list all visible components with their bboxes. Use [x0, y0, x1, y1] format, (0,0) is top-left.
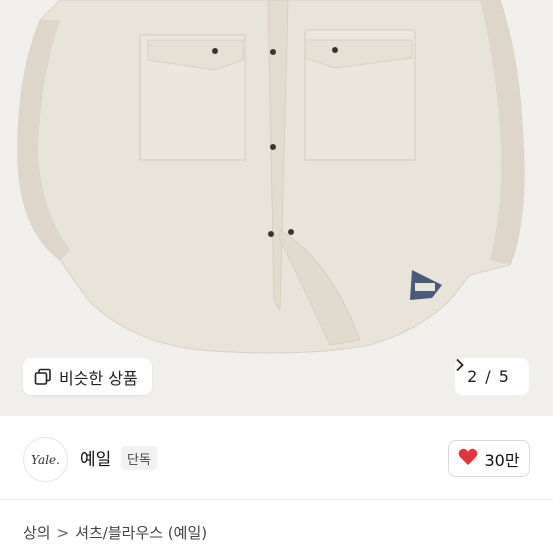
pager-total: 5 [498, 367, 509, 386]
shop-avatar[interactable]: Yale. [23, 437, 68, 482]
shirt-photo [17, 0, 525, 354]
shop-name[interactable]: 예일 [80, 445, 111, 470]
exclusive-badge: 단독 [121, 446, 157, 470]
like-button[interactable]: 30만 [448, 440, 530, 477]
pager-separator: / [485, 367, 491, 386]
product-image[interactable]: 비슷한 상품 2 / 5 [0, 0, 553, 416]
pager-current: 2 [467, 367, 478, 386]
similar-products-icon [34, 368, 52, 386]
like-count: 30만 [484, 450, 520, 470]
image-pager[interactable]: 2 / 5 [455, 358, 529, 395]
similar-products-label: 비슷한 상품 [59, 368, 138, 388]
breadcrumb-category[interactable]: 상의 [23, 522, 51, 543]
shop-info: Yale. 예일 단독 30만 [0, 416, 553, 500]
heart-icon [458, 448, 478, 470]
breadcrumb: 상의 > 셔츠/블라우스 (예일) [23, 522, 207, 543]
breadcrumb-subcategory[interactable]: 셔츠/블라우스 (예일) [75, 522, 207, 543]
breadcrumb-separator: > [56, 523, 70, 542]
shop-logo-text: Yale. [31, 452, 60, 467]
similar-products-button[interactable]: 비슷한 상품 [23, 358, 152, 395]
